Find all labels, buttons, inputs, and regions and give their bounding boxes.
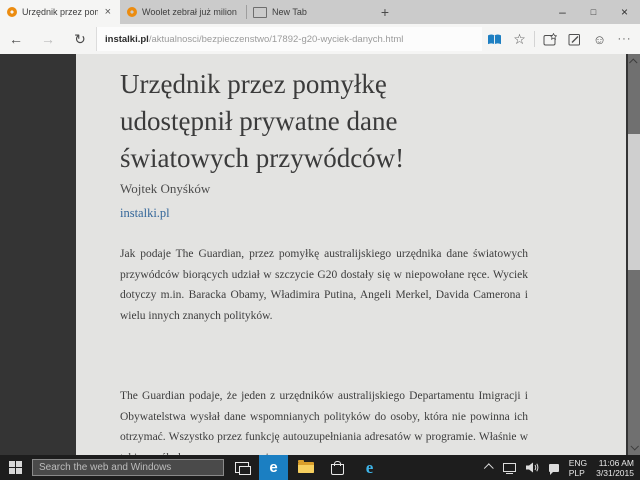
tab-article[interactable]: Urzędnik przez pomyłk... × [0,0,120,24]
chevron-up-icon [629,58,637,66]
speaker-icon [526,462,539,473]
store-button[interactable] [323,455,352,480]
reading-view-button[interactable] [482,24,507,54]
page-content-area: Urzędnik przez pomyłkę udostępnił prywat… [0,54,640,455]
blank-page-icon [253,7,267,18]
chevron-up-icon [484,463,494,473]
scrollbar-thumb[interactable] [628,134,640,270]
taskbar-clock[interactable]: 11:06 AM 3/31/2015 [592,458,640,478]
browser-window: Urzędnik przez pomyłk... × Woolet zebrał… [0,0,640,480]
tab-close-icon[interactable]: × [103,7,113,18]
web-note-button[interactable] [562,24,587,54]
forward-button[interactable]: → [32,31,64,47]
folder-icon [298,462,314,473]
web-note-pen-icon [568,33,581,46]
internet-explorer-icon: e [366,459,374,476]
edge-icon: e [269,460,277,475]
browser-toolbar: ← → ↻ instalki.pl/aktualnosci/bezpieczen… [0,24,640,54]
windows-taskbar: e e [0,455,640,480]
page-scrollbar[interactable] [628,54,640,455]
refresh-button[interactable]: ↻ [64,31,96,48]
language-indicator[interactable]: ENG PLP [564,458,592,478]
file-explorer-button[interactable] [291,455,320,480]
toolbar-separator [534,31,535,47]
url-path: /aktualnosci/bezpieczenstwo/17892-g20-wy… [149,34,404,45]
search-input[interactable] [33,462,223,473]
article-author: Wojtek Onyśków [120,181,210,197]
tab-title: Woolet zebrał już milion złot... [142,7,239,17]
article-title: Urzędnik przez pomyłkę udostępnił prywat… [120,66,470,177]
action-center-icon [549,464,559,472]
start-button[interactable] [0,455,30,480]
chevron-down-icon [630,442,638,450]
toolbar-icons: ☆ ☺ ··· [482,24,640,54]
clock-date: 3/31/2015 [596,468,634,478]
more-actions-button[interactable]: ··· [612,24,637,54]
minimize-button[interactable]: – [547,0,578,24]
reading-pane: Urzędnik przez pomyłkę udostępnił prywat… [76,54,626,455]
action-center-button[interactable] [544,455,564,480]
language-line2: PLP [569,468,587,478]
tab-title: Urzędnik przez pomyłk... [22,7,98,17]
edge-taskbar-button[interactable]: e [259,455,288,480]
hub-favorites-icon [543,33,557,46]
internet-explorer-button[interactable]: e [355,455,384,480]
taskbar-search-box[interactable] [32,459,224,476]
volume-button[interactable] [521,455,544,480]
tray-expand-button[interactable] [481,455,498,480]
clock-time: 11:06 AM [596,458,634,468]
windows-logo-icon [9,461,22,474]
maximize-button[interactable]: □ [578,0,609,24]
language-line1: ENG [569,458,587,468]
hub-button[interactable] [537,24,562,54]
network-icon [503,463,516,472]
tab-woolet[interactable]: Woolet zebrał już milion złot... [120,0,246,24]
task-view-icon [235,462,249,473]
tab-bar: Urzędnik przez pomyłk... × Woolet zebrał… [0,0,640,24]
system-tray: ENG PLP 11:06 AM 3/31/2015 [481,455,640,480]
address-bar[interactable]: instalki.pl/aktualnosci/bezpieczenstwo/1… [96,27,482,51]
article-paragraph-2: The Guardian podaje, że jeden z urzędnik… [120,386,528,455]
task-view-button[interactable] [227,455,256,480]
article-paragraph-1: Jak podaje The Guardian, przez pomyłkę a… [120,244,528,326]
store-bag-icon [331,464,344,475]
add-favorite-star-button[interactable]: ☆ [507,24,532,54]
network-status-button[interactable] [498,455,521,480]
ellipsis-icon: ··· [618,33,632,45]
scroll-up-button[interactable] [628,54,640,70]
tab-new-tab[interactable]: New Tab [246,0,358,24]
scroll-down-button[interactable] [628,439,640,455]
window-controls: – □ × [547,0,640,24]
instalki-favicon-icon [127,7,137,17]
reading-view-book-icon [487,33,502,46]
tab-title: New Tab [272,7,307,17]
new-tab-button[interactable]: + [372,0,398,24]
url-domain: instalki.pl [105,34,149,45]
instalki-favicon-icon [7,7,17,17]
close-button[interactable]: × [609,0,640,24]
article-source-link[interactable]: instalki.pl [120,206,170,221]
back-button[interactable]: ← [0,31,32,47]
feedback-smiley-button[interactable]: ☺ [587,24,612,54]
